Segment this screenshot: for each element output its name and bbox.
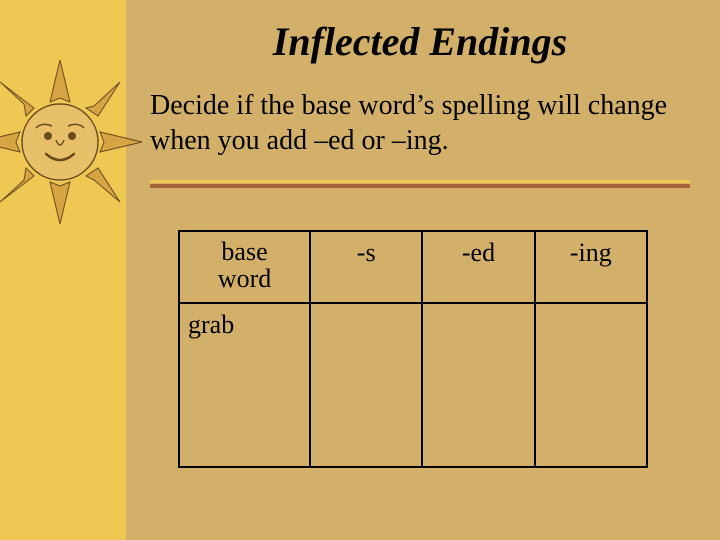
sun-face-icon xyxy=(0,58,144,226)
slide: Inflected Endings Decide if the base wor… xyxy=(0,0,720,540)
header-base-word-line2: word xyxy=(218,264,271,293)
slide-subtitle: Decide if the base word’s spelling will … xyxy=(150,88,690,158)
header-base-word-line1: base xyxy=(221,237,267,266)
header-s: -s xyxy=(310,231,422,303)
cell-base-word: grab xyxy=(179,303,310,467)
header-ed: -ed xyxy=(422,231,534,303)
table-header-row: base word -s -ed -ing xyxy=(179,231,647,303)
inflection-table: base word -s -ed -ing grab xyxy=(178,230,648,468)
cell-s xyxy=(310,303,422,467)
title-underline xyxy=(150,178,690,196)
header-ing: -ing xyxy=(535,231,647,303)
header-base-word: base word xyxy=(179,231,310,303)
slide-title: Inflected Endings xyxy=(150,18,690,65)
cell-ing xyxy=(535,303,647,467)
table-row: grab xyxy=(179,303,647,467)
cell-ed xyxy=(422,303,534,467)
